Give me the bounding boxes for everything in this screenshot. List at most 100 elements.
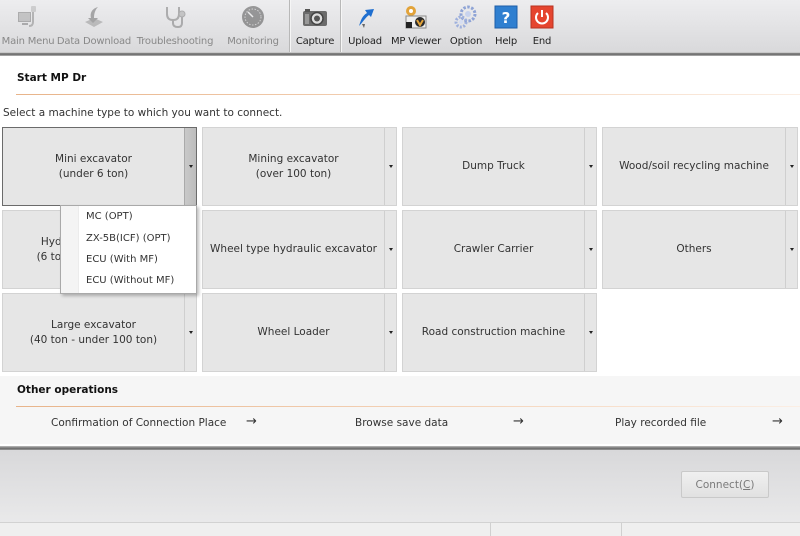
- troubleshooting-label: Troubleshooting: [136, 36, 214, 47]
- machine-wood-soil-recycling[interactable]: Wood/soil recycling machine: [602, 127, 798, 206]
- other-operations-panel: [0, 376, 800, 444]
- arrow-right-icon[interactable]: →: [513, 414, 524, 429]
- capture-label: Capture: [295, 36, 335, 47]
- help-label: Help: [495, 36, 517, 47]
- machine-dropdown-toggle[interactable]: [384, 294, 396, 371]
- status-bar: [0, 522, 800, 536]
- option-label: Option: [449, 36, 483, 47]
- capture-button[interactable]: Capture: [291, 0, 339, 52]
- monitoring-button[interactable]: Monitoring: [218, 0, 288, 52]
- connect-mnemonic: C: [743, 478, 751, 491]
- status-separator: [621, 523, 622, 536]
- caret-down-icon: [789, 165, 794, 168]
- machine-label: Wood/soil recycling machine: [619, 160, 769, 172]
- stethoscope-icon: [162, 4, 188, 30]
- connect-suffix: ): [750, 478, 755, 491]
- power-icon: [529, 4, 555, 30]
- caret-down-icon: [188, 331, 193, 334]
- upload-arrow-icon: [352, 4, 378, 30]
- camera-icon: [302, 4, 328, 30]
- arrow-right-icon[interactable]: →: [772, 414, 783, 429]
- machine-dropdown-menu: MC (OPT) ZX-5B(ICF) (OPT) ECU (With MF) …: [60, 205, 197, 294]
- caret-down-icon: [789, 248, 794, 251]
- machine-label: Road construction machine: [421, 326, 566, 338]
- machine-label: Mining excavator (over 100 ton): [248, 152, 339, 180]
- upload-button[interactable]: Upload: [342, 0, 388, 52]
- svg-text:?: ?: [502, 9, 511, 27]
- help-icon: ?: [493, 4, 519, 30]
- connect-label: Connect(: [695, 478, 744, 491]
- option-button[interactable]: Option: [444, 0, 488, 52]
- gauge-icon: [240, 4, 266, 30]
- machine-dropdown-toggle[interactable]: [785, 128, 797, 205]
- download-icon: [81, 4, 107, 30]
- arrow-right-icon[interactable]: →: [246, 414, 257, 429]
- caret-down-icon: [588, 331, 593, 334]
- end-button[interactable]: End: [524, 0, 560, 52]
- menu-gutter: [61, 206, 79, 293]
- machine-label: Dump Truck: [462, 160, 525, 172]
- computer-icon: [15, 4, 41, 30]
- end-label: End: [532, 36, 552, 47]
- toolbar-separator: [340, 0, 341, 52]
- menu-item-ecu-without-mf[interactable]: ECU (Without MF): [86, 275, 174, 286]
- mp-viewer-icon: [403, 4, 429, 30]
- mp-viewer-button[interactable]: MP Viewer: [388, 0, 444, 52]
- machine-mining-excavator[interactable]: Mining excavator (over 100 ton): [202, 127, 397, 206]
- machine-label: Large excavator (40 ton - under 100 ton): [29, 318, 158, 346]
- menu-item-zx-5b-icf-opt[interactable]: ZX-5B(ICF) (OPT): [86, 233, 171, 244]
- toolbar-separator: [289, 0, 290, 52]
- upload-label: Upload: [348, 36, 382, 47]
- machine-crawler-carrier[interactable]: Crawler Carrier: [402, 210, 597, 289]
- main-menu-label: Main Menu: [1, 36, 55, 47]
- data-download-button[interactable]: Data Download: [56, 0, 132, 52]
- play-recorded-file-link[interactable]: Play recorded file: [615, 417, 706, 429]
- gears-icon: [453, 4, 479, 30]
- footer-panel: [0, 450, 800, 522]
- machine-road-construction[interactable]: Road construction machine: [402, 293, 597, 372]
- connect-button[interactable]: Connect(C): [681, 471, 769, 498]
- machine-others[interactable]: Others: [602, 210, 798, 289]
- help-button[interactable]: ? Help: [488, 0, 524, 52]
- confirmation-connection-place-link[interactable]: Confirmation of Connection Place: [51, 417, 226, 429]
- machine-wheel-hydraulic-excavator[interactable]: Wheel type hydraulic excavator: [202, 210, 397, 289]
- caret-down-icon: [588, 165, 593, 168]
- caret-down-icon: [388, 248, 393, 251]
- machine-dropdown-toggle[interactable]: [584, 211, 596, 288]
- machine-dropdown-toggle[interactable]: [184, 128, 196, 205]
- data-download-label: Data Download: [56, 36, 132, 47]
- other-operations-rule: [16, 406, 800, 407]
- instruction-text: Select a machine type to which you want …: [3, 107, 283, 119]
- start-section-rule: [16, 94, 800, 95]
- start-section-title: Start MP Dr: [17, 72, 87, 84]
- machine-dropdown-toggle[interactable]: [384, 211, 396, 288]
- machine-dropdown-toggle[interactable]: [584, 294, 596, 371]
- main-menu-button[interactable]: Main Menu: [0, 0, 56, 52]
- machine-label: Wheel Loader: [257, 326, 330, 338]
- machine-mini-excavator[interactable]: Mini excavator (under 6 ton): [2, 127, 197, 206]
- caret-down-icon: [388, 331, 393, 334]
- monitoring-label: Monitoring: [227, 36, 279, 47]
- machine-large-excavator[interactable]: Large excavator (40 ton - under 100 ton): [2, 293, 197, 372]
- machine-dropdown-toggle[interactable]: [184, 294, 196, 371]
- status-separator: [490, 523, 491, 536]
- menu-item-mc-opt[interactable]: MC (OPT): [86, 211, 133, 222]
- toolbar-divider: [0, 53, 800, 56]
- machine-dropdown-toggle[interactable]: [384, 128, 396, 205]
- machine-wheel-loader[interactable]: Wheel Loader: [202, 293, 397, 372]
- menu-item-ecu-with-mf[interactable]: ECU (With MF): [86, 254, 158, 265]
- machine-label: Mini excavator (under 6 ton): [55, 152, 132, 180]
- browse-save-data-link[interactable]: Browse save data: [355, 417, 448, 429]
- toolbar: Main Menu Data Download Troubleshooting …: [0, 0, 800, 53]
- machine-dropdown-toggle[interactable]: [584, 128, 596, 205]
- machine-label: Wheel type hydraulic excavator: [210, 243, 377, 255]
- other-operations-title: Other operations: [17, 384, 119, 396]
- mp-viewer-label: MP Viewer: [390, 36, 442, 47]
- troubleshooting-button[interactable]: Troubleshooting: [132, 0, 218, 52]
- machine-dump-truck[interactable]: Dump Truck: [402, 127, 597, 206]
- machine-dropdown-toggle[interactable]: [785, 211, 797, 288]
- caret-down-icon: [388, 165, 393, 168]
- machine-label: Others: [676, 243, 712, 255]
- caret-down-icon: [188, 165, 193, 168]
- machine-label: Crawler Carrier: [453, 243, 534, 255]
